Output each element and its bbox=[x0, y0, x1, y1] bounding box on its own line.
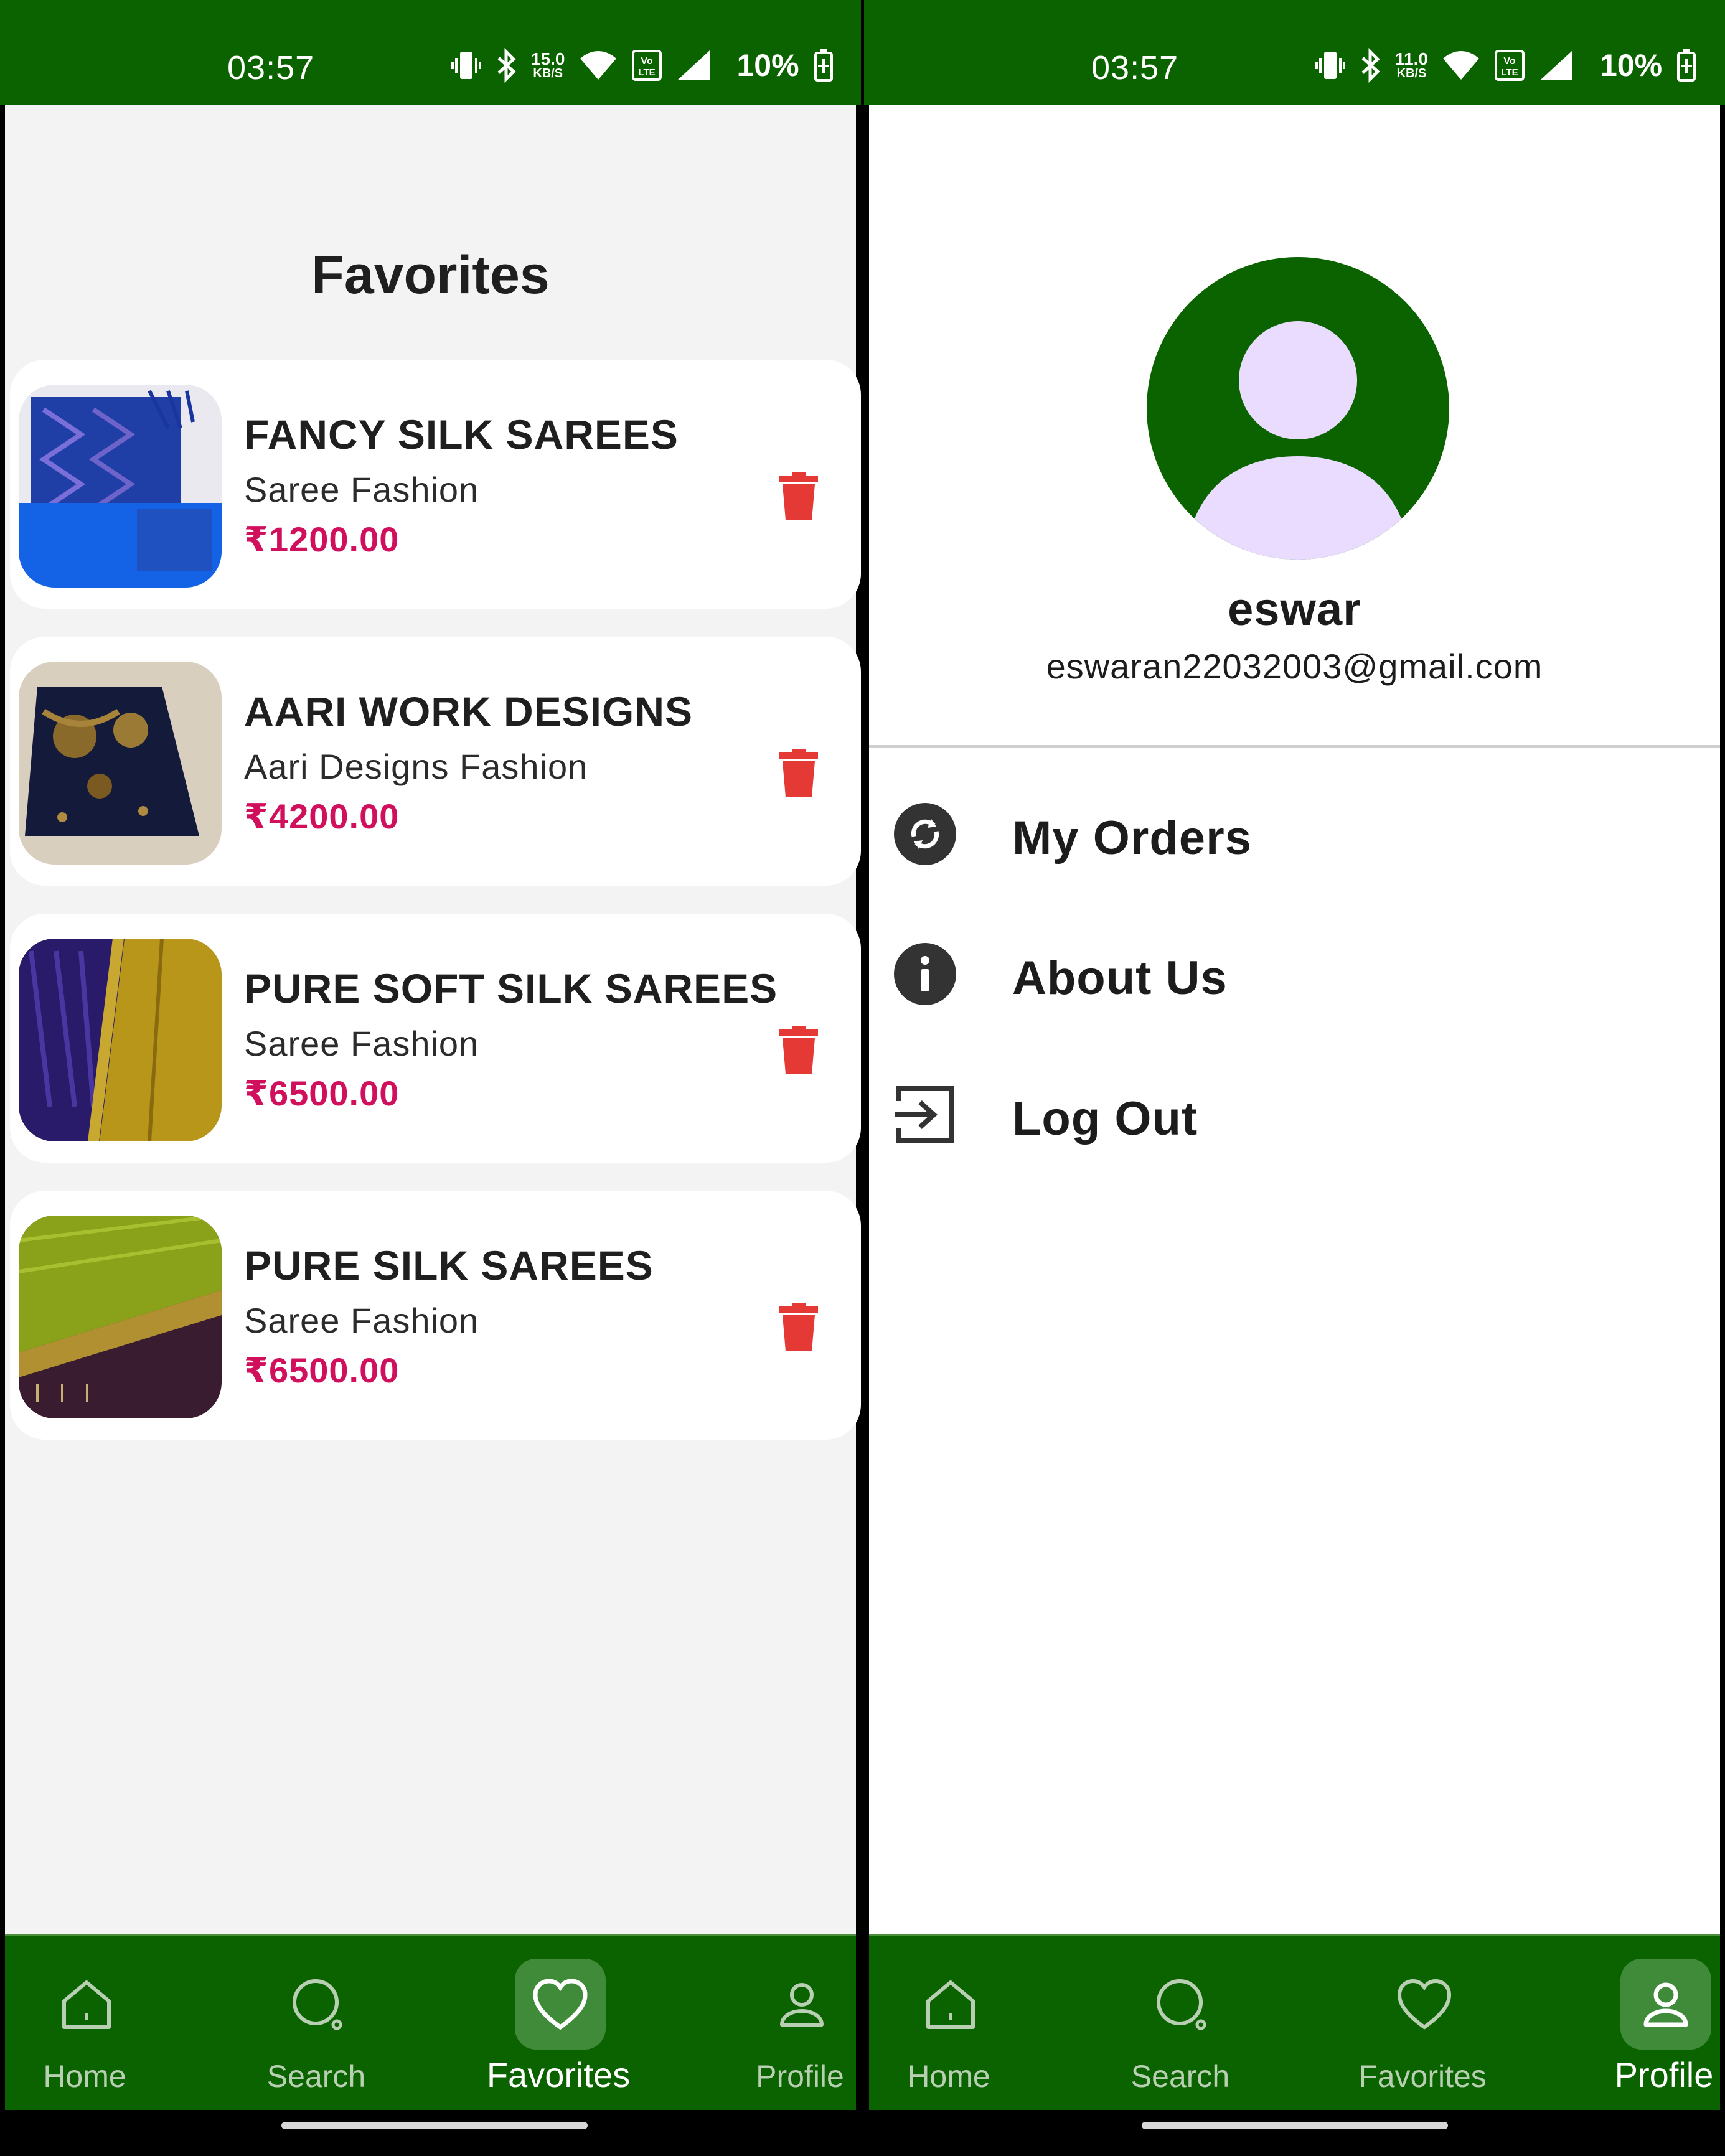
nav-profile[interactable]: Profile bbox=[707, 1936, 861, 2112]
person-icon bbox=[780, 1983, 824, 2027]
menu-label: About Us bbox=[1012, 952, 1228, 1005]
svg-text:Vo: Vo bbox=[1503, 56, 1515, 67]
svg-text:LTE: LTE bbox=[638, 67, 655, 78]
product-name: FANCY SILK SAREES bbox=[244, 411, 679, 457]
divider bbox=[869, 745, 1720, 748]
info-circle-icon bbox=[894, 943, 956, 1005]
avatar-person-icon bbox=[1179, 313, 1417, 560]
favorite-card[interactable]: PURE SILK SAREES Saree Fashion ₹6500.00 bbox=[10, 1191, 861, 1440]
profile-email: eswaran22032003@gmail.com bbox=[1046, 647, 1543, 686]
vibrate-icon bbox=[451, 52, 481, 79]
profile-name: eswar bbox=[1228, 583, 1361, 635]
bluetooth-icon bbox=[497, 48, 516, 83]
status-bar: 03:57 15.0 KB/S Vo LTE 10% bbox=[0, 0, 861, 105]
profile-screen: 03:57 11.0 KB/S Vo LTE 10% eswar eswaran22… bbox=[864, 0, 1725, 2156]
heart-icon bbox=[533, 1979, 588, 2030]
product-image bbox=[19, 385, 222, 588]
search-icon bbox=[1157, 1979, 1206, 2030]
delete-icon[interactable] bbox=[777, 472, 820, 522]
product-name: AARI WORK DESIGNS bbox=[244, 688, 693, 734]
favorite-card[interactable]: AARI WORK DESIGNS Aari Designs Fashion ₹… bbox=[10, 637, 861, 886]
nav-search-label: Search bbox=[1130, 2059, 1230, 2094]
product-name: PURE SOFT SILK SAREES bbox=[244, 965, 778, 1011]
nav-home-label: Home bbox=[43, 2059, 126, 2094]
menu-label: My Orders bbox=[1012, 812, 1252, 865]
battery-icon bbox=[1677, 49, 1696, 82]
heart-icon bbox=[1397, 1979, 1452, 2030]
svg-text:Vo: Vo bbox=[641, 56, 652, 67]
nav-favorites[interactable]: Favorites bbox=[1329, 1936, 1516, 2112]
favorite-card[interactable]: PURE SOFT SILK SAREES Saree Fashion ₹650… bbox=[10, 914, 861, 1163]
volte-icon: VoLTE bbox=[631, 50, 662, 81]
svg-text:LTE: LTE bbox=[1501, 67, 1518, 78]
delete-icon[interactable] bbox=[777, 1303, 820, 1352]
status-time: 03:57 bbox=[1091, 49, 1179, 87]
volte-icon: VoLTE bbox=[1494, 50, 1525, 81]
nav-profile[interactable]: Profile bbox=[1571, 1936, 1725, 2112]
product-category: Saree Fashion bbox=[244, 470, 479, 509]
screenshot-root: 03:57 15.0 KB/S Vo LTE 10% Favorites FANCY… bbox=[0, 0, 1725, 2156]
search-icon bbox=[293, 1979, 342, 2030]
status-time: 03:57 bbox=[227, 49, 315, 87]
product-name: PURE SILK SAREES bbox=[244, 1242, 654, 1288]
signal-icon bbox=[677, 50, 710, 80]
product-image bbox=[19, 662, 222, 865]
nav-search[interactable]: Search bbox=[1087, 1936, 1274, 2112]
bottom-navigation: Home Search Favorites Profile bbox=[869, 1934, 1720, 2110]
nav-favorites[interactable]: Favorites bbox=[465, 1936, 652, 2112]
nav-favorites-label: Favorites bbox=[1358, 2059, 1487, 2094]
battery-icon bbox=[814, 49, 833, 82]
home-icon bbox=[926, 1980, 975, 2029]
person-icon bbox=[1643, 1982, 1688, 2027]
bluetooth-icon bbox=[1361, 48, 1380, 83]
page-title: Favorites bbox=[311, 245, 550, 305]
product-category: Saree Fashion bbox=[244, 1301, 479, 1340]
nav-home[interactable]: Home bbox=[0, 1936, 178, 2112]
avatar[interactable] bbox=[1147, 257, 1449, 560]
delete-icon[interactable] bbox=[777, 1026, 820, 1076]
product-image bbox=[19, 1216, 222, 1418]
product-price: ₹4200.00 bbox=[244, 797, 400, 836]
nav-search[interactable]: Search bbox=[223, 1936, 410, 2112]
wifi-icon bbox=[580, 51, 616, 80]
nav-profile-label: Profile bbox=[1614, 2055, 1714, 2094]
favorites-content: Favorites FANCY SILK SAREES Saree Fashio… bbox=[5, 105, 861, 1934]
status-icons: 15.0 KB/S Vo LTE 10% bbox=[451, 45, 834, 86]
favorites-screen: 03:57 15.0 KB/S Vo LTE 10% Favorites FANCY… bbox=[0, 0, 861, 2156]
bottom-navigation: Home Search Favorites Profile bbox=[5, 1934, 856, 2110]
nav-profile-label: Profile bbox=[756, 2059, 844, 2094]
home-icon bbox=[62, 1980, 111, 2029]
nav-home-label: Home bbox=[907, 2059, 990, 2094]
nav-favorites-label: Favorites bbox=[486, 2055, 631, 2094]
product-category: Aari Designs Fashion bbox=[244, 747, 588, 786]
battery-percent: 10% bbox=[1599, 48, 1663, 83]
gesture-bar[interactable] bbox=[281, 2122, 588, 2129]
favorite-card[interactable]: FANCY SILK SAREES Saree Fashion ₹1200.00 bbox=[10, 360, 861, 609]
product-price: ₹1200.00 bbox=[244, 520, 400, 559]
product-category: Saree Fashion bbox=[244, 1024, 479, 1063]
menu-log-out[interactable]: Log Out bbox=[893, 1073, 1702, 1154]
status-icons: 11.0 KB/S Vo LTE 10% bbox=[1315, 45, 1697, 86]
menu-label: Log Out bbox=[1012, 1092, 1198, 1145]
product-price: ₹6500.00 bbox=[244, 1074, 400, 1113]
profile-content: eswar eswaran22032003@gmail.com My Order… bbox=[869, 105, 1720, 1934]
product-image bbox=[19, 939, 222, 1141]
logout-icon bbox=[895, 1086, 954, 1143]
network-speed: 11.0 KB/S bbox=[1395, 49, 1428, 80]
nav-search-label: Search bbox=[266, 2059, 366, 2094]
network-speed: 15.0 KB/S bbox=[531, 49, 565, 80]
signal-icon bbox=[1539, 50, 1572, 80]
vibrate-icon bbox=[1315, 52, 1345, 79]
nav-home[interactable]: Home bbox=[864, 1936, 1042, 2112]
menu-about-us[interactable]: About Us bbox=[893, 932, 1702, 1013]
menu-my-orders[interactable]: My Orders bbox=[893, 792, 1702, 873]
wifi-icon bbox=[1442, 51, 1479, 80]
battery-percent: 10% bbox=[736, 48, 799, 83]
delete-icon[interactable] bbox=[777, 749, 820, 799]
status-bar: 03:57 11.0 KB/S Vo LTE 10% bbox=[864, 0, 1725, 105]
product-price: ₹6500.00 bbox=[244, 1351, 400, 1390]
gesture-bar[interactable] bbox=[1142, 2122, 1448, 2129]
sync-circle-icon bbox=[894, 803, 956, 865]
